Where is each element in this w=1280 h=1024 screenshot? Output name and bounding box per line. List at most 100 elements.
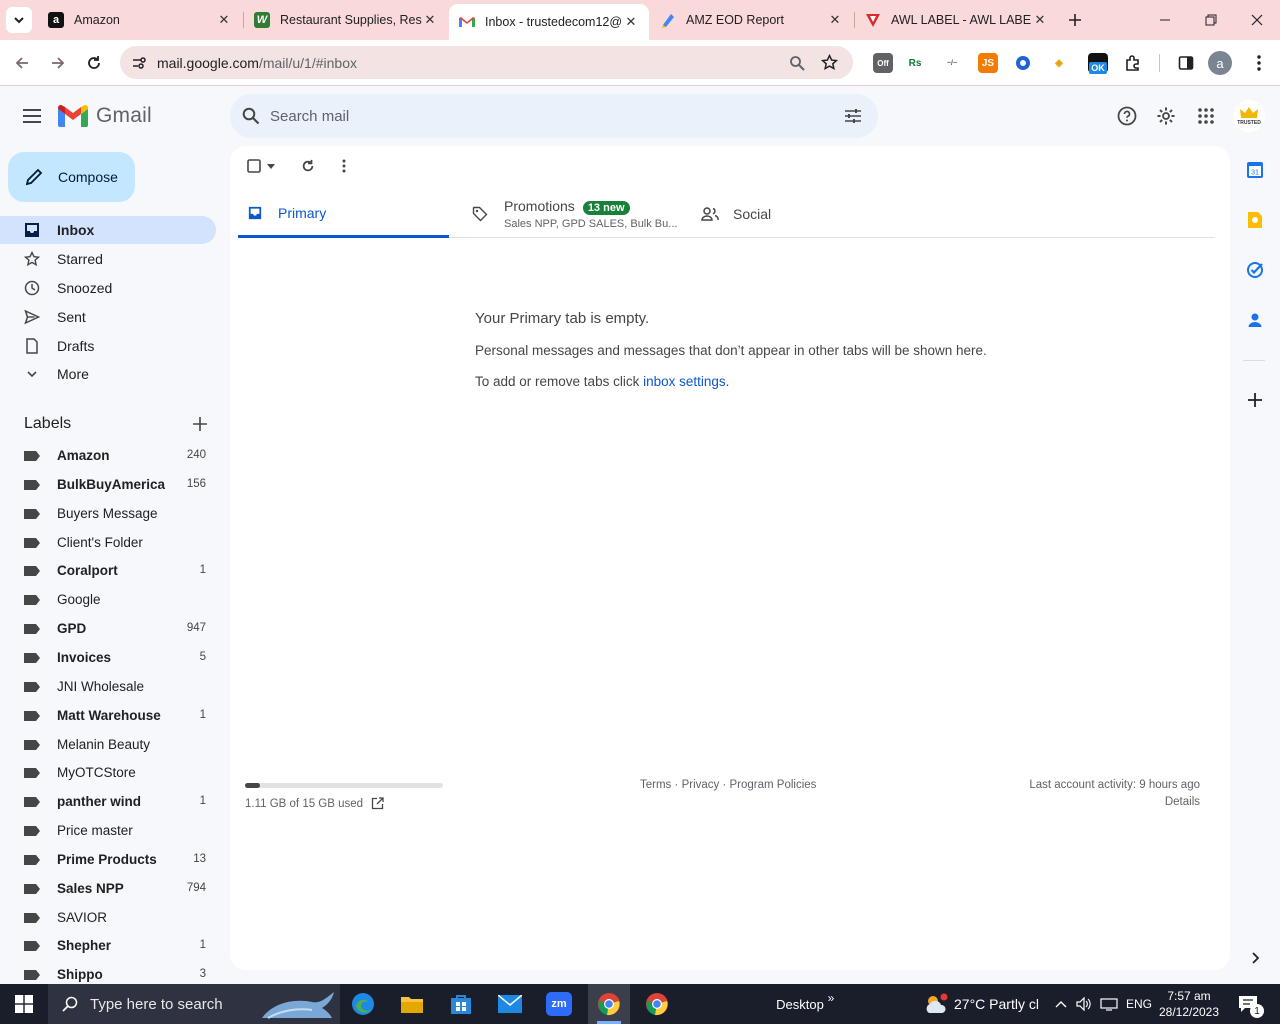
google-apps-button[interactable] xyxy=(1192,102,1220,130)
extension-rs-icon[interactable]: Rs xyxy=(905,53,925,73)
browser-tab-amazon[interactable]: a Amazon ✕ xyxy=(38,0,242,40)
support-button[interactable] xyxy=(1113,102,1141,130)
label-item[interactable]: Shepher 1 xyxy=(0,932,216,960)
close-icon[interactable]: ✕ xyxy=(1032,12,1048,28)
inbox-settings-link[interactable]: inbox settings xyxy=(643,374,726,389)
program-policies-link[interactable]: Program Policies xyxy=(730,779,817,791)
label-item[interactable]: Coralport 1 xyxy=(0,557,216,585)
side-panel-button[interactable] xyxy=(1173,50,1199,76)
nav-inbox[interactable]: Inbox xyxy=(0,216,216,244)
extension-gem-icon[interactable]: ◈ xyxy=(1049,53,1069,73)
calendar-addon[interactable]: 31 xyxy=(1241,156,1269,184)
close-icon[interactable]: ✕ xyxy=(623,14,639,30)
nav-starred[interactable]: Starred xyxy=(0,245,216,273)
back-button[interactable] xyxy=(9,50,35,76)
taskbar-search[interactable]: Type here to search xyxy=(48,984,340,1024)
extension-scale-icon[interactable]: ~/~ xyxy=(942,53,962,73)
profile-avatar[interactable]: a xyxy=(1208,51,1232,75)
zoom-icon[interactable] xyxy=(789,55,805,71)
language-indicator[interactable]: ENG xyxy=(1124,984,1154,1024)
label-item[interactable]: Amazon 240 xyxy=(0,442,216,470)
account-avatar[interactable]: TRUSTED xyxy=(1233,100,1265,132)
gmail-logo[interactable] xyxy=(58,105,88,127)
weather-widget-icon[interactable] xyxy=(918,984,954,1024)
label-item[interactable]: MyOTCStore xyxy=(0,759,216,787)
label-item[interactable]: JNI Wholesale xyxy=(0,673,216,701)
extension-ok-icon[interactable]: OK xyxy=(1088,53,1108,74)
refresh-button[interactable] xyxy=(298,156,318,176)
tasks-addon[interactable] xyxy=(1241,256,1269,284)
tab-search-button[interactable] xyxy=(6,7,32,33)
label-item[interactable]: Google xyxy=(0,586,216,614)
clock[interactable]: 7:57 am 28/12/2023 xyxy=(1158,984,1220,1024)
volume-button[interactable] xyxy=(1073,984,1095,1024)
taskbar-store[interactable] xyxy=(441,984,481,1024)
nav-sent[interactable]: Sent xyxy=(0,303,216,331)
close-icon[interactable]: ✕ xyxy=(422,12,438,28)
forward-button[interactable] xyxy=(45,50,71,76)
nav-more[interactable]: More xyxy=(0,360,216,388)
nav-snoozed[interactable]: Snoozed xyxy=(0,274,216,302)
star-bookmark-icon[interactable] xyxy=(821,54,838,71)
start-button[interactable] xyxy=(0,984,48,1024)
taskbar-file-explorer[interactable] xyxy=(392,984,432,1024)
browser-tab-awl[interactable]: AWL LABEL - AWL LABEL ✕ xyxy=(855,0,1058,40)
label-item[interactable]: Price master xyxy=(0,817,216,845)
chevron-double-right-icon[interactable]: » xyxy=(824,978,838,1018)
label-item[interactable]: Matt Warehouse 1 xyxy=(0,702,216,730)
more-actions-button[interactable] xyxy=(334,156,354,176)
browser-menu-button[interactable] xyxy=(1246,50,1272,76)
restore-button[interactable] xyxy=(1188,0,1234,40)
label-item[interactable]: Client's Folder xyxy=(0,529,216,557)
desktop-toolbar[interactable]: Desktop xyxy=(770,984,830,1024)
search-input[interactable] xyxy=(270,107,790,125)
search-options-icon[interactable] xyxy=(844,108,862,124)
contacts-addon[interactable] xyxy=(1241,306,1269,334)
label-item[interactable]: Prime Products 13 xyxy=(0,846,216,874)
new-tab-button[interactable] xyxy=(1052,0,1098,40)
taskbar-zoom[interactable]: zm xyxy=(539,984,579,1024)
terms-link[interactable]: Terms xyxy=(640,779,671,791)
keep-addon[interactable] xyxy=(1241,206,1269,234)
close-icon[interactable]: ✕ xyxy=(216,12,232,28)
label-item[interactable]: Invoices 5 xyxy=(0,644,216,672)
create-label-button[interactable] xyxy=(190,414,210,434)
label-item[interactable]: BulkBuyAmerica 156 xyxy=(0,471,216,499)
extensions-button[interactable] xyxy=(1120,50,1146,76)
get-addons-button[interactable] xyxy=(1241,386,1269,414)
taskbar-mail[interactable] xyxy=(490,984,530,1024)
site-info-icon[interactable] xyxy=(131,55,147,71)
label-item[interactable]: SAVIOR xyxy=(0,904,216,932)
address-bar[interactable]: mail.google.com/mail/u/1/#inbox xyxy=(120,46,853,79)
label-item[interactable]: Buyers Message xyxy=(0,500,216,528)
minimize-button[interactable] xyxy=(1142,0,1188,40)
label-item[interactable]: Sales NPP 794 xyxy=(0,875,216,903)
taskbar-chrome[interactable] xyxy=(637,984,677,1024)
notification-center-button[interactable]: 1 xyxy=(1230,984,1266,1024)
extension-off-icon[interactable]: Off xyxy=(873,53,893,73)
taskbar-edge[interactable] xyxy=(343,984,383,1024)
privacy-link[interactable]: Privacy xyxy=(682,779,720,791)
browser-tab-inbox[interactable]: Inbox - trustedecom12@ ✕ xyxy=(449,4,649,40)
tab-social[interactable]: Social xyxy=(701,190,911,238)
extension-blue-circle-icon[interactable] xyxy=(1013,53,1033,73)
show-hidden-icons-button[interactable] xyxy=(1050,984,1072,1024)
weather-text[interactable]: 27°C Partly cl xyxy=(954,984,1044,1024)
tab-promotions[interactable]: Promotions 13 new Sales NPP, GPD SALES, B… xyxy=(472,190,687,238)
extension-js-icon[interactable]: JS xyxy=(978,53,998,73)
network-button[interactable] xyxy=(1098,984,1120,1024)
label-item[interactable]: panther wind 1 xyxy=(0,788,216,816)
tab-primary[interactable]: Primary xyxy=(238,190,449,238)
show-side-panel-button[interactable] xyxy=(1241,944,1269,972)
close-window-button[interactable] xyxy=(1234,0,1280,40)
settings-button[interactable] xyxy=(1152,102,1180,130)
main-menu-button[interactable] xyxy=(18,102,46,130)
browser-tab-amz-eod[interactable]: AMZ EOD Report ✕ xyxy=(650,0,853,40)
select-all-checkbox[interactable] xyxy=(244,155,278,177)
close-icon[interactable]: ✕ xyxy=(827,12,843,28)
nav-drafts[interactable]: Drafts xyxy=(0,332,216,360)
browser-tab-restaurant[interactable]: W Restaurant Supplies, Resta ✕ xyxy=(244,0,448,40)
details-link[interactable]: Details xyxy=(1029,796,1200,808)
taskbar-chrome-active[interactable] xyxy=(588,984,630,1024)
search-bar[interactable] xyxy=(230,94,878,138)
